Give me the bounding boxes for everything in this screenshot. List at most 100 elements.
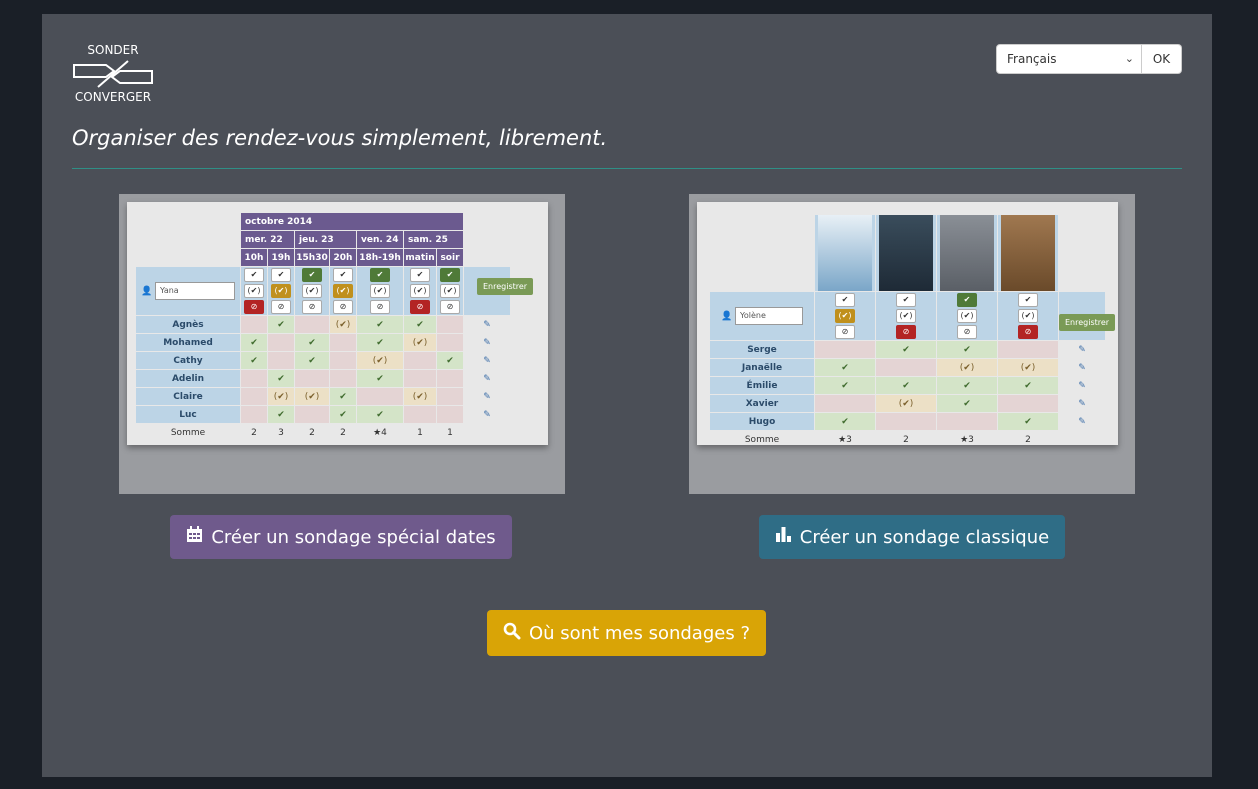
- edit-vote-cell: ✎: [1059, 413, 1105, 430]
- create-dates-poll-button[interactable]: Créer un sondage spécial dates: [170, 515, 512, 559]
- vote-cell: [437, 388, 463, 405]
- edit-vote-cell: ✎: [1059, 359, 1105, 376]
- vote-cell: (✔): [268, 388, 294, 405]
- no-option[interactable]: ⊘: [271, 300, 291, 314]
- vote-cell: ✔: [998, 377, 1058, 394]
- maybe-option[interactable]: (✔): [957, 309, 977, 323]
- pencil-icon[interactable]: ✎: [483, 338, 491, 348]
- table-row: Janaëlle ✔ (✔) (✔) ✎: [710, 359, 1105, 376]
- logo[interactable]: SONDER CONVERGER: [72, 44, 154, 106]
- table-row: Serge ✔ ✔ ✎: [710, 341, 1105, 358]
- vote-choice-cell: ✔ (✔) ⊘: [357, 267, 403, 315]
- save-vote-button[interactable]: Enregistrer: [1059, 314, 1116, 331]
- vote-cell: [295, 370, 329, 387]
- yes-option[interactable]: ✔: [370, 268, 390, 282]
- day-header: ven. 24: [357, 231, 403, 248]
- pencil-icon[interactable]: ✎: [483, 410, 491, 420]
- maybe-option[interactable]: (✔): [302, 284, 322, 298]
- logo-bottom-text: CONVERGER: [74, 90, 152, 104]
- no-option[interactable]: ⊘: [410, 300, 430, 314]
- no-option[interactable]: ⊘: [896, 325, 916, 339]
- maybe-option[interactable]: (✔): [440, 284, 460, 298]
- find-my-polls-button[interactable]: Où sont mes sondages ?: [487, 610, 766, 656]
- sum-value: 3: [278, 427, 284, 438]
- vote-cell: ✔: [295, 352, 329, 369]
- yes-option[interactable]: ✔: [333, 268, 353, 282]
- create-dates-poll-label: Créer un sondage spécial dates: [211, 526, 496, 548]
- yes-option[interactable]: ✔: [957, 293, 977, 307]
- yes-option[interactable]: ✔: [440, 268, 460, 282]
- spacer-cell: [1059, 215, 1105, 291]
- poster-cell: [876, 215, 936, 291]
- vote-name-input[interactable]: Yana: [155, 282, 236, 300]
- yes-option[interactable]: ✔: [302, 268, 322, 282]
- slot-header: 15h30: [295, 249, 329, 266]
- maybe-option[interactable]: (✔): [244, 284, 264, 298]
- maybe-option[interactable]: (✔): [370, 284, 390, 298]
- dates-poll-card: octobre 2014 mer. 22 jeu. 23 ven. 24 sam…: [127, 202, 548, 445]
- language-ok-button[interactable]: OK: [1142, 44, 1182, 74]
- search-icon: [503, 622, 521, 645]
- yes-option[interactable]: ✔: [835, 293, 855, 307]
- no-option[interactable]: ⊘: [1018, 325, 1038, 339]
- participant-name: Janaëlle: [710, 359, 814, 376]
- vote-cell: [876, 359, 936, 376]
- create-classic-poll-button[interactable]: Créer un sondage classique: [759, 515, 1065, 559]
- pencil-icon[interactable]: ✎: [1078, 363, 1086, 373]
- vote-cell: ✔: [815, 413, 875, 430]
- table-row: Hugo ✔ ✔ ✎: [710, 413, 1105, 430]
- slot-header: 10h: [241, 249, 267, 266]
- pencil-icon[interactable]: ✎: [1078, 381, 1086, 391]
- participant-name: Luc: [136, 406, 240, 423]
- pencil-icon[interactable]: ✎: [483, 374, 491, 384]
- dates-poll-table: octobre 2014 mer. 22 jeu. 23 ven. 24 sam…: [135, 212, 511, 442]
- table-row: Xavier (✔) ✔ ✎: [710, 395, 1105, 412]
- maybe-option[interactable]: (✔): [410, 284, 430, 298]
- vote-cell: [241, 388, 267, 405]
- pencil-icon[interactable]: ✎: [1078, 345, 1086, 355]
- no-option[interactable]: ⊘: [957, 325, 977, 339]
- pencil-icon[interactable]: ✎: [1078, 399, 1086, 409]
- participant-name: Xavier: [710, 395, 814, 412]
- edit-vote-cell: ✎: [464, 388, 510, 405]
- day-header: sam. 25: [404, 231, 463, 248]
- no-option[interactable]: ⊘: [333, 300, 353, 314]
- vote-cell: ✔: [998, 413, 1058, 430]
- pencil-icon[interactable]: ✎: [1078, 417, 1086, 427]
- maybe-option[interactable]: (✔): [271, 284, 291, 298]
- pencil-icon[interactable]: ✎: [483, 356, 491, 366]
- no-option[interactable]: ⊘: [302, 300, 322, 314]
- language-select[interactable]: Français: [996, 44, 1142, 74]
- yes-option[interactable]: ✔: [244, 268, 264, 282]
- yes-option[interactable]: ✔: [896, 293, 916, 307]
- dates-poll-preview: octobre 2014 mer. 22 jeu. 23 ven. 24 sam…: [119, 194, 565, 494]
- no-option[interactable]: ⊘: [244, 300, 264, 314]
- yes-option[interactable]: ✔: [410, 268, 430, 282]
- vote-cell: [998, 395, 1058, 412]
- vote-cell: [330, 370, 356, 387]
- vote-cell: ✔: [404, 316, 436, 333]
- yes-option[interactable]: ✔: [1018, 293, 1038, 307]
- no-option[interactable]: ⊘: [370, 300, 390, 314]
- maybe-option[interactable]: (✔): [1018, 309, 1038, 323]
- vote-cell: ✔: [937, 341, 997, 358]
- vote-name-input[interactable]: Yolène: [735, 307, 804, 325]
- vote-cell: [437, 370, 463, 387]
- day-header: jeu. 23: [295, 231, 356, 248]
- maybe-option[interactable]: (✔): [333, 284, 353, 298]
- logo-emblem-icon: [72, 57, 154, 91]
- vote-cell: ✔: [437, 352, 463, 369]
- month-header: octobre 2014: [241, 213, 463, 230]
- pencil-icon[interactable]: ✎: [483, 392, 491, 402]
- yes-option[interactable]: ✔: [271, 268, 291, 282]
- vote-cell: [437, 334, 463, 351]
- maybe-option[interactable]: (✔): [835, 309, 855, 323]
- bar-chart-icon: [775, 526, 792, 548]
- edit-vote-cell: ✎: [464, 316, 510, 333]
- logo-top-text: SONDER: [87, 43, 139, 57]
- pencil-icon[interactable]: ✎: [483, 320, 491, 330]
- no-option[interactable]: ⊘: [440, 300, 460, 314]
- save-vote-button[interactable]: Enregistrer: [477, 278, 534, 295]
- maybe-option[interactable]: (✔): [896, 309, 916, 323]
- no-option[interactable]: ⊘: [835, 325, 855, 339]
